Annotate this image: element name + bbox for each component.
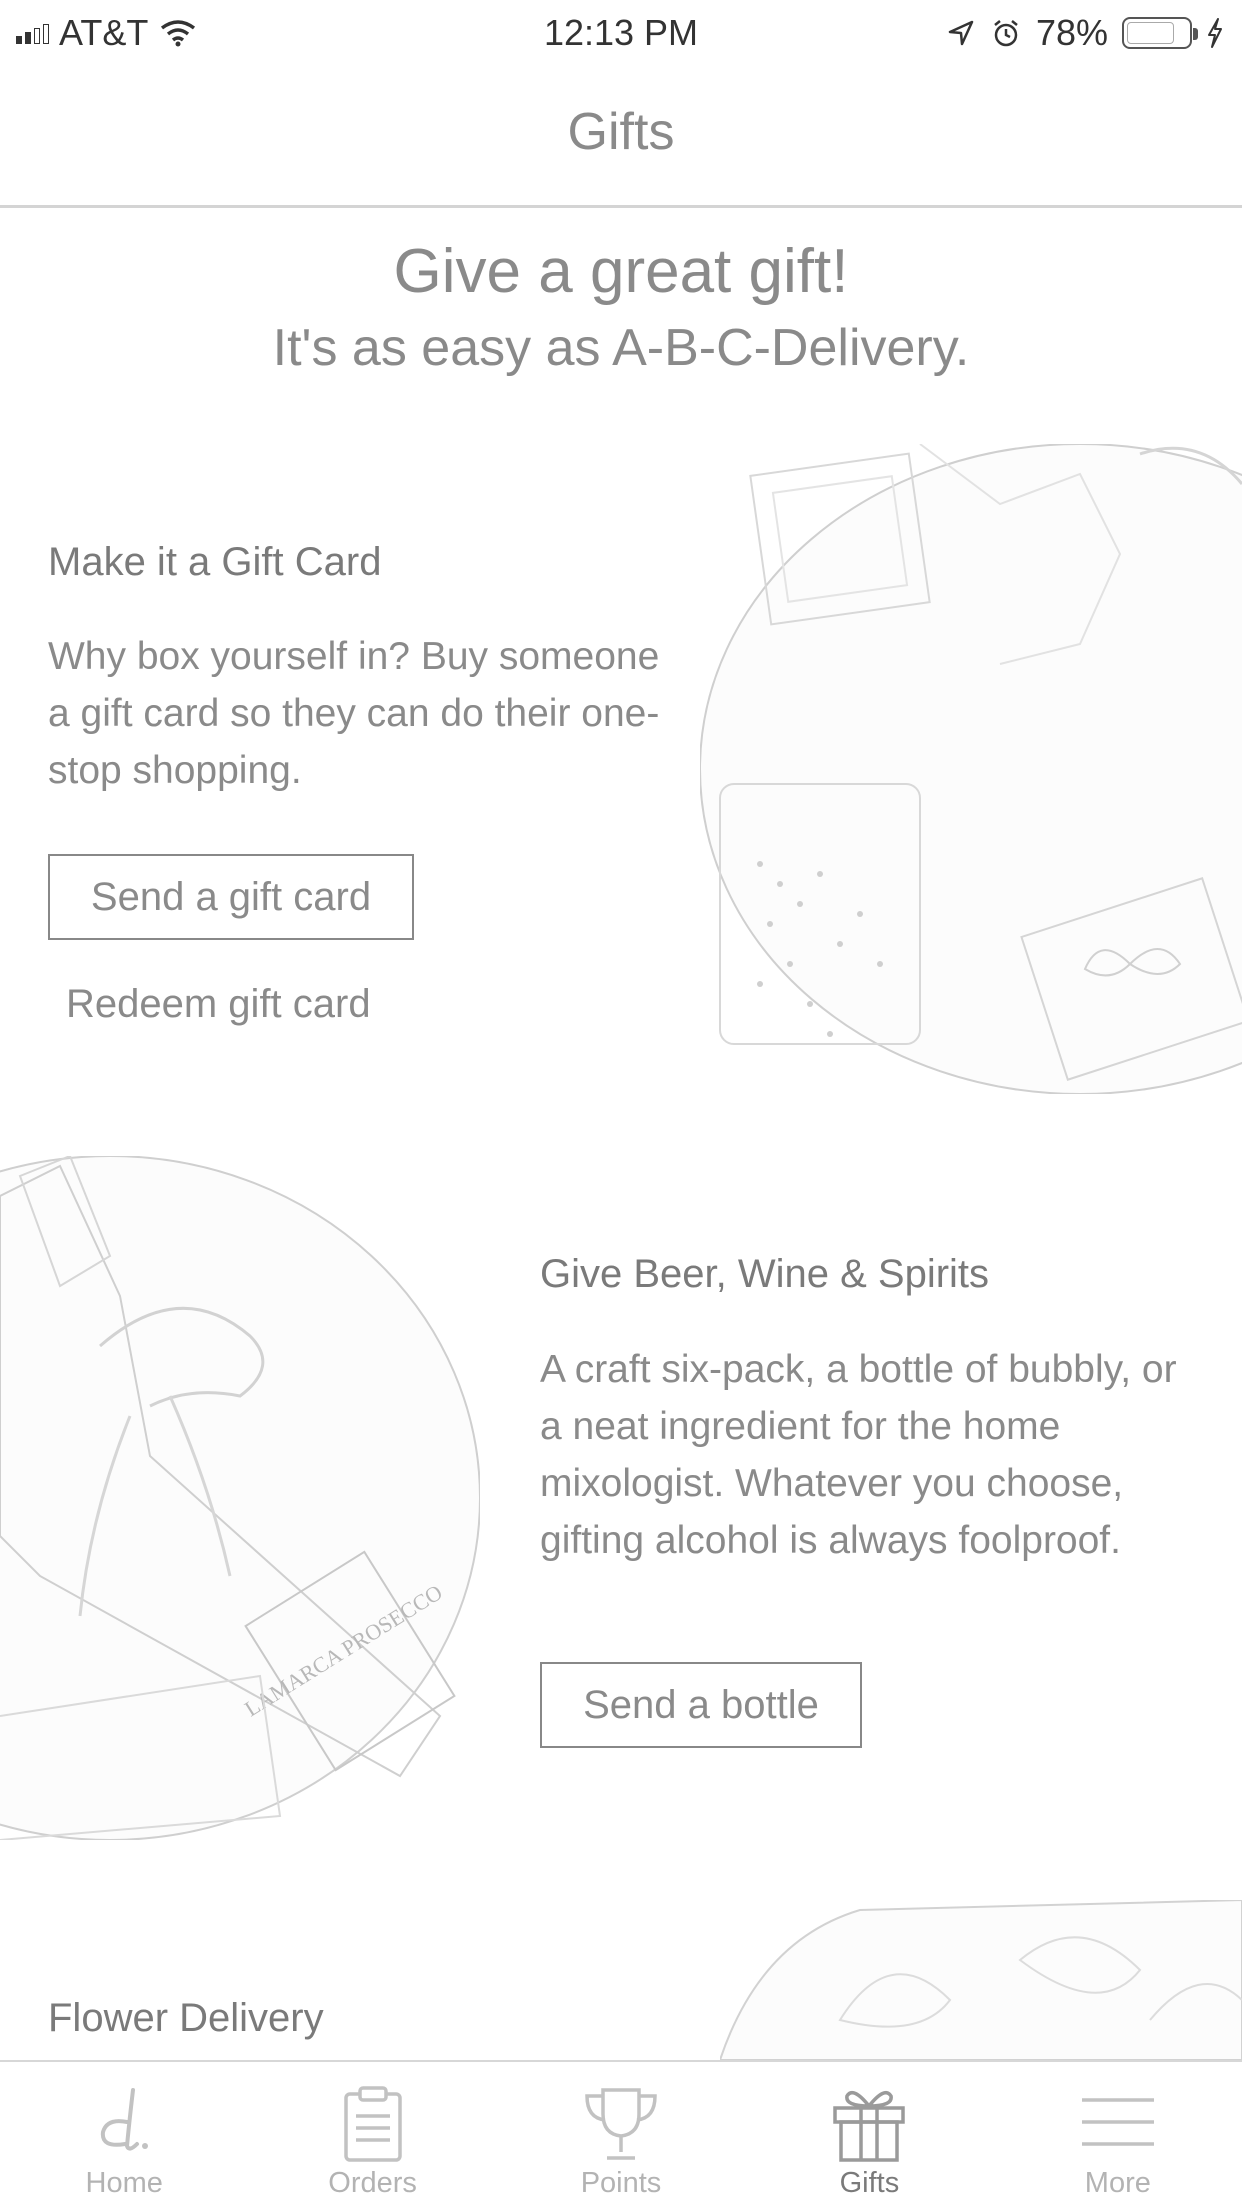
- home-logo-icon: [101, 2088, 149, 2151]
- status-right: 78%: [946, 12, 1224, 54]
- tab-gifts[interactable]: Gifts: [745, 2062, 993, 2208]
- send-gift-card-button[interactable]: Send a gift card: [48, 854, 414, 940]
- page-title: Gifts: [567, 103, 675, 161]
- battery-fill: [1127, 22, 1174, 44]
- gift-card-description: Why box yourself in? Buy someone a gift …: [48, 635, 660, 792]
- alcohol-heading: Give Beer, Wine & Spirits: [540, 1252, 990, 1296]
- charging-icon: [1208, 18, 1222, 48]
- menu-icon: [1081, 2098, 1154, 2146]
- redeem-gift-card-link[interactable]: Redeem gift card: [66, 982, 371, 1027]
- alarm-icon: [994, 20, 1018, 47]
- tab-points[interactable]: Points: [497, 2062, 745, 2208]
- gift-card-heading: Make it a Gift Card: [48, 540, 382, 584]
- trophy-icon: [585, 2088, 657, 2160]
- tab-label: Gifts: [839, 2167, 900, 2199]
- status-bar: AT&T 12:13 PM 78%: [0, 0, 1242, 62]
- flowers-heading: Flower Delivery: [48, 1996, 324, 2040]
- champagne-photo: LAMARCA PROSECCO: [0, 1156, 480, 1840]
- battery-percent: 78%: [1035, 12, 1108, 53]
- clipboard-icon: [343, 2086, 402, 2162]
- tab-bar: Home Orders Points Gifts More: [0, 2060, 1242, 2208]
- gift-card-photo: [700, 444, 1242, 1094]
- hero-subtitle: It's as easy as A-B-C-Delivery.: [272, 319, 970, 377]
- flowers-photo: [720, 1900, 1242, 2060]
- tab-orders[interactable]: Orders: [248, 2062, 496, 2208]
- location-icon: [948, 20, 974, 46]
- nav-bar: Gifts: [0, 62, 1242, 208]
- send-bottle-button[interactable]: Send a bottle: [540, 1662, 862, 1748]
- tab-label: Points: [580, 2167, 662, 2199]
- tab-home[interactable]: Home: [0, 2062, 248, 2208]
- gift-icon: [833, 2090, 906, 2162]
- alcohol-description: A craft six-pack, a bottle of bubbly, or…: [540, 1348, 1177, 1562]
- hero-title: Give a great gift!: [393, 237, 849, 306]
- tab-label: More: [1084, 2167, 1151, 2199]
- tab-label: Orders: [328, 2167, 417, 2199]
- tab-label: Home: [85, 2167, 163, 2199]
- tab-more[interactable]: More: [994, 2062, 1242, 2208]
- battery-icon: [1122, 17, 1198, 49]
